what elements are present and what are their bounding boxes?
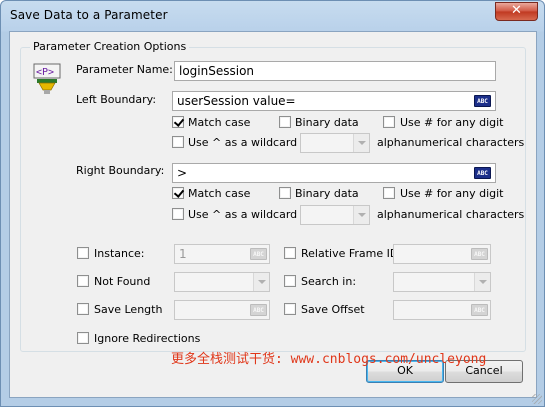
- parameter-icon: <P>: [33, 63, 61, 94]
- chevron-down-icon: [474, 273, 490, 291]
- ignore-redirections-checkbox[interactable]: [77, 332, 89, 344]
- right-match-case-label: Match case: [188, 187, 251, 200]
- left-match-case-label: Match case: [188, 116, 251, 129]
- window-title: Save Data to a Parameter: [10, 8, 168, 22]
- right-alnum-label: alphanumerical characters: [377, 208, 525, 221]
- left-boundary-value: userSession value=: [177, 94, 296, 108]
- right-binary-data-checkbox[interactable]: [279, 187, 291, 199]
- chevron-down-icon: [353, 206, 369, 224]
- parameter-name-input[interactable]: loginSession: [174, 61, 496, 81]
- instance-abc-icon[interactable]: ABC: [250, 248, 267, 260]
- instance-value: 1: [179, 247, 187, 261]
- relative-frame-abc-icon[interactable]: ABC: [471, 248, 488, 260]
- left-alnum-label: alphanumerical characters: [377, 136, 525, 149]
- parameter-name-value: loginSession: [179, 64, 255, 78]
- right-wildcard-select[interactable]: [300, 205, 370, 225]
- save-length-label: Save Length: [94, 303, 163, 316]
- save-length-checkbox[interactable]: [77, 303, 89, 315]
- chevron-down-icon: [253, 273, 269, 291]
- search-in-label: Search in:: [301, 275, 357, 288]
- dialog-body: Parameter Creation Options <P> Parameter…: [9, 31, 537, 398]
- right-boundary-abc-icon[interactable]: ABC: [474, 167, 491, 179]
- right-boundary-label: Right Boundary:: [76, 164, 165, 177]
- left-wildcard-select[interactable]: [300, 133, 370, 153]
- left-binary-data-checkbox[interactable]: [279, 116, 291, 128]
- relative-frame-label: Relative Frame ID:: [301, 247, 403, 260]
- left-boundary-abc-icon[interactable]: ABC: [474, 95, 491, 107]
- left-use-caret-label: Use ^ as a wildcard for: [188, 136, 316, 149]
- save-offset-checkbox[interactable]: [284, 303, 296, 315]
- group-title: Parameter Creation Options: [30, 40, 190, 53]
- svg-text:<P>: <P>: [36, 67, 54, 78]
- dialog-window: Save Data to a Parameter ✕ Parameter Cre…: [0, 0, 545, 407]
- right-binary-data-label: Binary data: [295, 187, 359, 200]
- instance-label: Instance:: [94, 247, 145, 260]
- save-length-abc-icon[interactable]: ABC: [250, 304, 267, 316]
- save-offset-label: Save Offset: [301, 303, 365, 316]
- not-found-checkbox[interactable]: [77, 275, 89, 287]
- right-boundary-input[interactable]: >: [172, 163, 496, 183]
- resize-grip-icon[interactable]: [532, 394, 542, 404]
- right-use-hash-label: Use # for any digit: [400, 187, 504, 200]
- chevron-down-icon: [353, 134, 369, 152]
- parameter-name-label: Parameter Name:: [76, 63, 173, 76]
- close-button[interactable]: ✕: [495, 2, 538, 21]
- close-icon: ✕: [511, 3, 522, 18]
- relative-frame-checkbox[interactable]: [284, 247, 296, 259]
- save-offset-abc-icon[interactable]: ABC: [471, 304, 488, 316]
- not-found-label: Not Found: [94, 275, 151, 288]
- ignore-redirections-label: Ignore Redirections: [94, 332, 201, 345]
- right-use-caret-checkbox[interactable]: [172, 208, 184, 220]
- right-boundary-value: >: [177, 166, 188, 180]
- left-use-caret-checkbox[interactable]: [172, 136, 184, 148]
- left-use-hash-checkbox[interactable]: [383, 116, 395, 128]
- left-binary-data-label: Binary data: [295, 116, 359, 129]
- right-use-caret-label: Use ^ as a wildcard for: [188, 208, 316, 221]
- left-boundary-label: Left Boundary:: [76, 93, 157, 106]
- search-in-checkbox[interactable]: [284, 275, 296, 287]
- right-use-hash-checkbox[interactable]: [383, 187, 395, 199]
- left-boundary-input[interactable]: userSession value=: [172, 91, 496, 111]
- left-use-hash-label: Use # for any digit: [400, 116, 504, 129]
- not-found-select[interactable]: [174, 272, 270, 292]
- right-match-case-checkbox[interactable]: [172, 187, 184, 199]
- title-bar[interactable]: Save Data to a Parameter ✕: [1, 1, 544, 32]
- search-in-select[interactable]: [393, 272, 491, 292]
- left-match-case-checkbox[interactable]: [172, 116, 184, 128]
- watermark-text: 更多全栈测试干货: www.cnblogs.com/uncleyong: [171, 352, 487, 367]
- instance-checkbox[interactable]: [77, 247, 89, 259]
